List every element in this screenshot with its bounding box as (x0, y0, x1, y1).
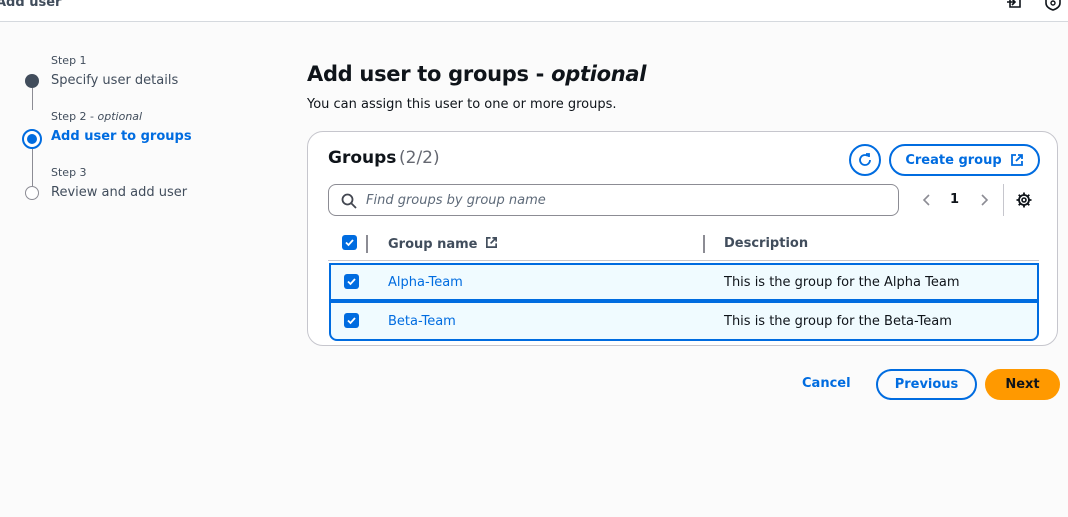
step-3-label: Review and add user (51, 185, 188, 200)
top-bar: Add user (0, 0, 1068, 22)
column-divider (703, 235, 705, 253)
refresh-button[interactable] (849, 144, 881, 176)
group-name-link[interactable]: Beta-Team (388, 314, 456, 329)
column-divider (366, 235, 368, 253)
groups-count: (2/2) (399, 148, 440, 168)
export-icon[interactable] (1006, 0, 1024, 11)
top-bar-title: Add user (0, 0, 62, 10)
shield-settings-icon[interactable] (1044, 0, 1062, 11)
group-name-link[interactable]: Alpha-Team (388, 275, 463, 290)
column-header-group-name-label: Group name (388, 237, 478, 252)
cancel-button[interactable]: Cancel (802, 376, 851, 391)
groups-table-container: Groups (2/2) Create group Find groups by… (307, 131, 1058, 346)
search-input[interactable]: Find groups by group name (328, 184, 899, 216)
page-title-optional: optional (551, 62, 647, 86)
current-page-number[interactable]: 1 (950, 192, 959, 207)
select-all-checkbox[interactable] (342, 235, 357, 250)
page-subtitle: You can assign this user to one or more … (307, 97, 617, 112)
next-button-label: Next (1005, 377, 1040, 392)
step-1-label[interactable]: Specify user details (51, 73, 178, 88)
step-1-number: Step 1 (51, 54, 87, 67)
table-row[interactable]: Beta-Team This is the group for the Beta… (329, 301, 1039, 341)
external-link-icon (1010, 154, 1023, 166)
step-2-optional: optional (97, 110, 143, 123)
page-title: Add user to groups - optional (307, 62, 646, 86)
table-row[interactable]: Alpha-Team This is the group for the Alp… (329, 263, 1039, 301)
table-header: Group name Description (328, 228, 1039, 261)
column-header-group-name[interactable]: Group name (388, 236, 498, 252)
group-description: This is the group for the Alpha Team (724, 275, 960, 290)
checkmark-icon (347, 278, 356, 286)
step-3-number: Step 3 (51, 166, 87, 179)
previous-page-icon[interactable] (920, 192, 934, 208)
step-2-current-icon (22, 129, 42, 149)
search-placeholder: Find groups by group name (366, 193, 546, 208)
row-checkbox[interactable] (344, 313, 359, 328)
previous-button-label: Previous (894, 377, 959, 392)
create-group-label: Create group (905, 152, 1002, 168)
row-checkbox[interactable] (344, 274, 359, 289)
step-2-label: Add user to groups (51, 129, 192, 144)
next-button[interactable]: Next (985, 369, 1060, 400)
checkmark-icon (347, 317, 356, 325)
checkmark-icon (345, 239, 354, 247)
groups-title: Groups (328, 148, 397, 168)
step-3-upcoming-icon (25, 186, 39, 200)
search-icon (341, 193, 357, 209)
wizard-steps: Step 1 Specify user details Step 2 - opt… (22, 52, 262, 212)
group-description: This is the group for the Beta-Team (724, 314, 952, 329)
step-1-completed-icon (25, 74, 39, 88)
previous-button[interactable]: Previous (876, 369, 977, 400)
gear-icon[interactable] (1015, 191, 1033, 209)
create-group-button[interactable]: Create group (889, 144, 1040, 176)
page-title-text: Add user to groups - (307, 62, 552, 86)
step-connector (32, 144, 33, 186)
next-page-icon[interactable] (977, 192, 991, 208)
column-header-description: Description (724, 236, 809, 251)
pager-divider (1003, 184, 1004, 216)
step-connector (32, 88, 33, 110)
step-2-number-text: Step 2 (51, 110, 87, 123)
external-link-icon (486, 237, 498, 248)
step-2-number: Step 2 - optional (51, 110, 143, 123)
refresh-icon (859, 153, 871, 166)
